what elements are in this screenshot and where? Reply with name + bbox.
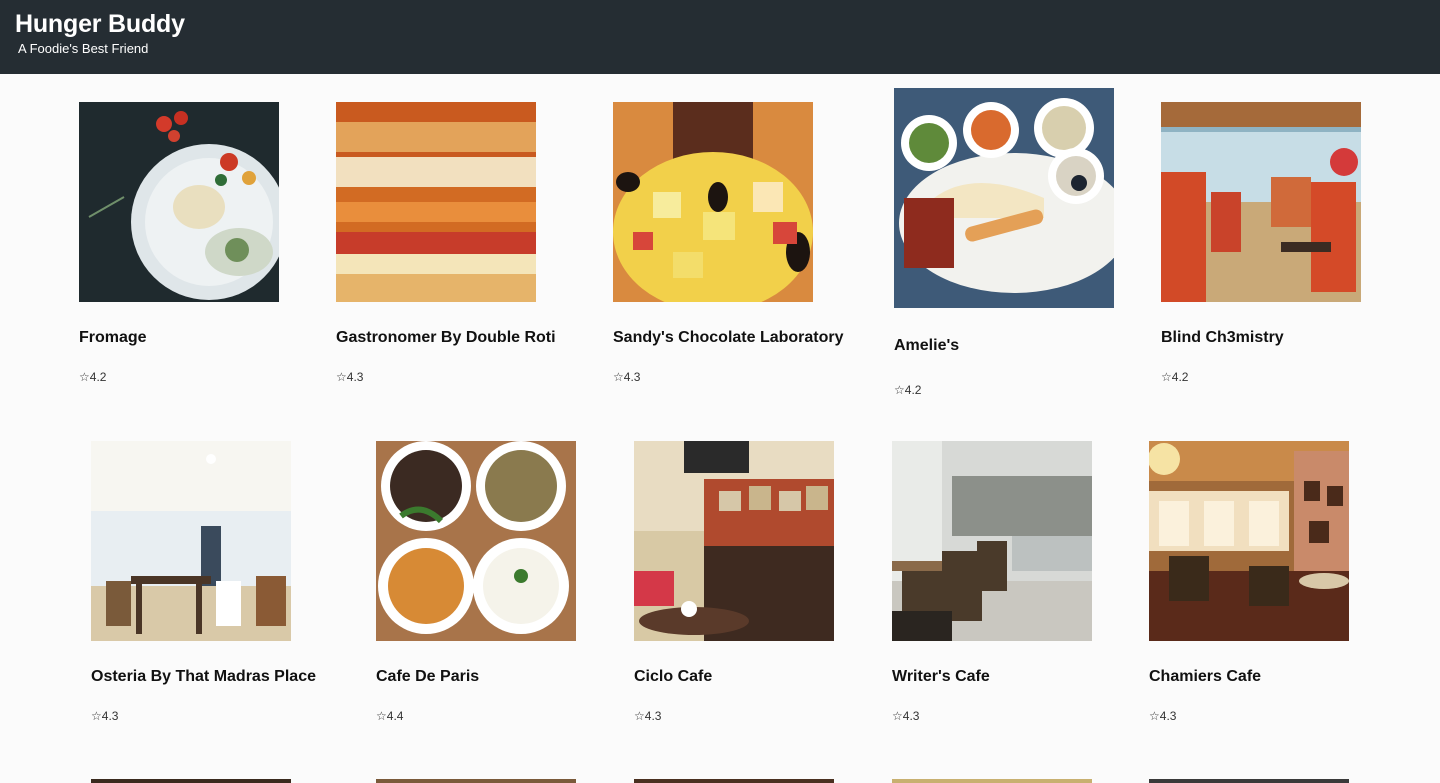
restaurant-rating: ☆4.3 (1149, 708, 1176, 724)
restaurant-name[interactable]: Writer's Cafe (892, 667, 990, 687)
restaurant-card[interactable]: Gastronomer By Double Roti ☆4.3 (336, 102, 596, 402)
restaurant-card[interactable]: Amelie's ☆4.2 (894, 88, 1154, 408)
star-icon: ☆ (892, 709, 903, 723)
restaurant-name[interactable]: Amelie's (894, 336, 959, 356)
star-icon: ☆ (1149, 709, 1160, 723)
next-row-card-photo[interactable] (91, 779, 291, 783)
restaurant-rating: ☆4.2 (1161, 369, 1188, 385)
rating-value: 4.3 (623, 370, 641, 384)
rating-value: 4.3 (644, 709, 662, 723)
rating-value: 4.2 (904, 383, 922, 397)
rating-value: 4.2 (89, 370, 107, 384)
restaurant-photo-pasta-plate[interactable] (79, 102, 279, 302)
restaurant-photo-curry-bowls[interactable] (376, 441, 576, 641)
restaurant-name[interactable]: Gastronomer By Double Roti (336, 328, 556, 348)
star-icon: ☆ (91, 709, 102, 723)
restaurant-card[interactable]: Osteria By That Madras Place ☆4.3 (91, 441, 351, 741)
restaurant-photo-interior-red[interactable] (1161, 102, 1361, 302)
app-tagline: A Foodie's Best Friend (18, 41, 149, 56)
restaurant-rating: ☆4.3 (336, 369, 363, 385)
next-row-card-photo[interactable] (634, 779, 834, 783)
restaurant-name[interactable]: Cafe De Paris (376, 667, 479, 687)
restaurant-card[interactable]: Cafe De Paris ☆4.4 (376, 441, 636, 741)
restaurant-card[interactable]: Writer's Cafe ☆4.3 (892, 441, 1152, 741)
star-icon: ☆ (79, 370, 90, 384)
app-header: Hunger Buddy A Foodie's Best Friend (0, 0, 1440, 74)
restaurant-name[interactable]: Osteria By That Madras Place (91, 667, 316, 687)
restaurant-card[interactable]: Sandy's Chocolate Laboratory ☆4.3 (613, 102, 873, 402)
restaurant-name[interactable]: Fromage (79, 328, 147, 348)
restaurant-photo-fruit-salad[interactable] (613, 102, 813, 302)
star-icon: ☆ (1161, 370, 1172, 384)
restaurant-rating: ☆4.3 (634, 708, 661, 724)
restaurant-card[interactable]: Blind Ch3mistry ☆4.2 (1161, 102, 1421, 402)
restaurant-rating: ☆4.4 (376, 708, 403, 724)
star-icon: ☆ (634, 709, 645, 723)
restaurant-rating: ☆4.3 (613, 369, 640, 385)
rating-value: 4.3 (101, 709, 119, 723)
restaurant-name[interactable]: Blind Ch3mistry (1161, 328, 1284, 348)
next-row-card-photo[interactable] (376, 779, 576, 783)
restaurant-photo-interior-brick[interactable] (634, 441, 834, 641)
rating-value: 4.2 (1171, 370, 1189, 384)
app-title[interactable]: Hunger Buddy (15, 8, 185, 40)
restaurant-photo-interior-bright[interactable] (91, 441, 291, 641)
restaurant-card[interactable]: Fromage ☆4.2 (79, 102, 339, 402)
next-row-card-photo[interactable] (1149, 779, 1349, 783)
restaurant-photo-mezze-platter[interactable] (894, 88, 1114, 308)
star-icon: ☆ (336, 370, 347, 384)
restaurant-card[interactable]: Ciclo Cafe ☆4.3 (634, 441, 894, 741)
restaurant-name[interactable]: Sandy's Chocolate Laboratory (613, 328, 844, 348)
restaurant-rating: ☆4.2 (79, 369, 106, 385)
restaurant-card[interactable]: Chamiers Cafe ☆4.3 (1149, 441, 1409, 741)
next-row-card-photo[interactable] (892, 779, 1092, 783)
rating-value: 4.4 (386, 709, 404, 723)
rating-value: 4.3 (1159, 709, 1177, 723)
restaurant-rating: ☆4.2 (894, 382, 921, 398)
star-icon: ☆ (376, 709, 387, 723)
rating-value: 4.3 (902, 709, 920, 723)
restaurant-name[interactable]: Chamiers Cafe (1149, 667, 1261, 687)
restaurant-photo-interior-warm[interactable] (1149, 441, 1349, 641)
rating-value: 4.3 (346, 370, 364, 384)
restaurant-photo-sandwich[interactable] (336, 102, 536, 302)
restaurant-photo-interior-grey[interactable] (892, 441, 1092, 641)
star-icon: ☆ (613, 370, 624, 384)
restaurant-name[interactable]: Ciclo Cafe (634, 667, 712, 687)
restaurant-rating: ☆4.3 (892, 708, 919, 724)
restaurant-rating: ☆4.3 (91, 708, 118, 724)
star-icon: ☆ (894, 383, 905, 397)
